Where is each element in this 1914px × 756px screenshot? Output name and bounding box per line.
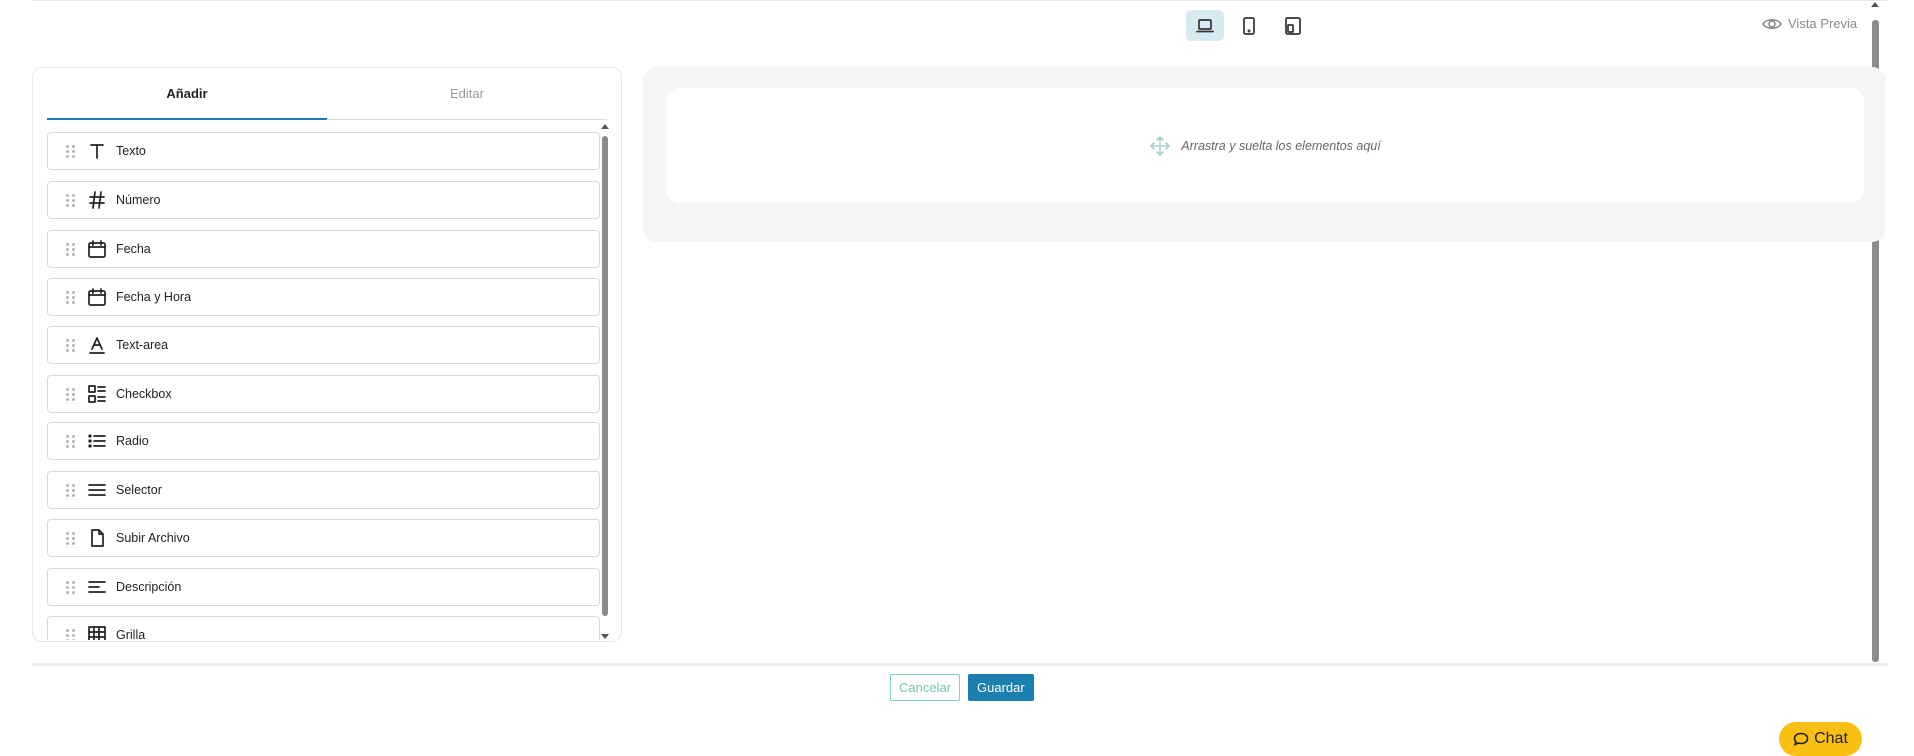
tablet-icon <box>1243 16 1255 35</box>
desktop-view-button[interactable] <box>1186 10 1224 41</box>
grid-icon <box>87 625 107 640</box>
drag-handle-icon[interactable] <box>66 290 76 304</box>
element-label: Radio <box>116 434 149 448</box>
element-label: Checkbox <box>116 387 172 401</box>
menu-lines-icon <box>87 480 107 500</box>
element-label: Texto <box>116 144 146 158</box>
element-item-fecha[interactable]: Fecha <box>47 230 600 268</box>
element-item-subir-archivo[interactable]: Subir Archivo <box>47 519 600 557</box>
scrollbar-thumb[interactable] <box>602 136 608 616</box>
eye-icon <box>1762 18 1782 29</box>
move-icon <box>1150 135 1171 156</box>
element-item-fecha-hora[interactable]: Fecha y Hora <box>47 278 600 316</box>
form-canvas: Arrastra y suelta los elementos aquí <box>643 67 1886 242</box>
top-divider <box>32 0 1888 1</box>
scroll-down-arrow-icon[interactable] <box>601 634 609 639</box>
chat-button[interactable]: Chat <box>1779 722 1862 756</box>
element-item-selector[interactable]: Selector <box>47 471 600 509</box>
chat-label: Chat <box>1814 730 1848 747</box>
tab-add[interactable]: Añadir <box>47 68 327 120</box>
device-toolbar <box>1186 10 1312 41</box>
file-icon <box>87 528 107 548</box>
element-item-text-area[interactable]: Text-area <box>47 326 600 364</box>
drag-handle-icon[interactable] <box>66 434 76 448</box>
element-item-checkbox[interactable]: Checkbox <box>47 375 600 413</box>
chat-bubble-icon <box>1793 732 1809 746</box>
bullet-list-icon <box>87 431 107 451</box>
elements-list-scrollbar[interactable] <box>601 124 610 639</box>
laptop-icon <box>1196 18 1214 32</box>
tab-edit[interactable]: Editar <box>327 68 607 119</box>
drag-handle-icon[interactable] <box>66 580 76 594</box>
calendar-icon <box>87 239 107 259</box>
element-label: Grilla <box>116 628 146 640</box>
drag-handle-icon[interactable] <box>66 531 76 545</box>
form-actions: Cancelar Guardar <box>890 674 1034 701</box>
element-label: Fecha y Hora <box>116 290 192 304</box>
drop-zone[interactable]: Arrastra y suelta los elementos aquí <box>666 88 1864 203</box>
elements-panel: Añadir Editar Texto Número Fecha Fecha y… <box>32 67 622 642</box>
drag-handle-icon[interactable] <box>66 483 76 497</box>
bottom-divider <box>32 663 1888 666</box>
drag-handle-icon[interactable] <box>66 193 76 207</box>
element-label: Text-area <box>116 338 169 352</box>
element-label: Selector <box>116 483 162 497</box>
element-item-numero[interactable]: Número <box>47 181 600 219</box>
preview-button[interactable]: Vista Previa <box>1762 16 1857 31</box>
mobile-view-button[interactable] <box>1274 10 1312 41</box>
responsive-icon <box>1285 16 1301 35</box>
text-area-icon <box>87 335 107 355</box>
hash-icon <box>87 190 107 210</box>
drag-handle-icon[interactable] <box>66 144 76 158</box>
element-item-descripcion[interactable]: Descripción <box>47 568 600 606</box>
drag-handle-icon[interactable] <box>66 387 76 401</box>
scroll-up-arrow-icon[interactable] <box>1871 2 1879 7</box>
align-left-icon <box>87 577 107 597</box>
elements-list: Texto Número Fecha Fecha y Hora Text-are… <box>47 132 600 640</box>
scroll-up-arrow-icon[interactable] <box>601 124 609 129</box>
element-label: Descripción <box>116 580 182 594</box>
element-label: Subir Archivo <box>116 531 190 545</box>
save-button[interactable]: Guardar <box>968 674 1034 701</box>
panel-tabs: Añadir Editar <box>47 68 607 120</box>
element-label: Fecha <box>116 242 151 256</box>
form-builder-page: Vista Previa Añadir Editar Texto Número … <box>0 0 1914 756</box>
drop-zone-placeholder: Arrastra y suelta los elementos aquí <box>1181 138 1381 153</box>
element-item-grilla[interactable]: Grilla <box>47 616 600 640</box>
checkbox-list-icon <box>87 384 107 404</box>
text-icon <box>87 141 107 161</box>
drag-handle-icon[interactable] <box>66 338 76 352</box>
element-item-radio[interactable]: Radio <box>47 422 600 460</box>
cancel-button[interactable]: Cancelar <box>890 674 961 701</box>
element-item-texto[interactable]: Texto <box>47 132 600 170</box>
preview-label: Vista Previa <box>1788 16 1858 31</box>
drag-handle-icon[interactable] <box>66 242 76 256</box>
drag-handle-icon[interactable] <box>66 628 76 640</box>
tablet-view-button[interactable] <box>1230 10 1268 41</box>
element-label: Número <box>116 193 161 207</box>
calendar-icon <box>87 287 107 307</box>
